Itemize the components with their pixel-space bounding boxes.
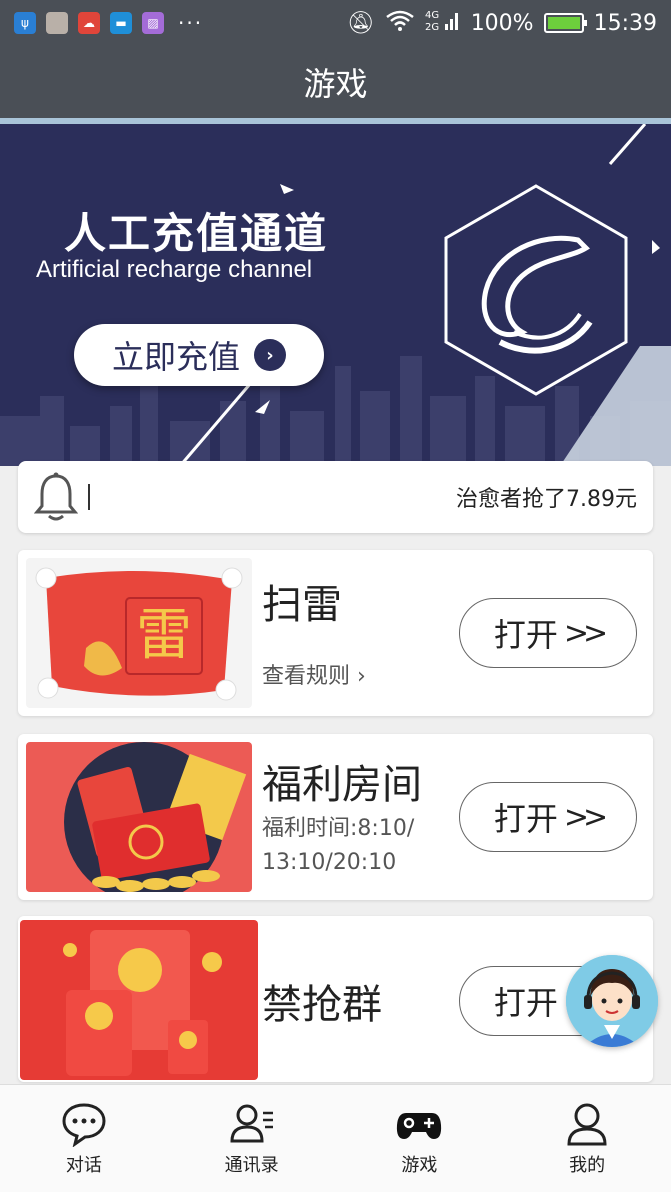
banner-title: 人工充值通道 [64, 209, 329, 258]
recharge-now-button[interactable]: 立即充值 › [74, 324, 324, 386]
game-card-no-grab-group[interactable]: 禁抢群 打开 >> [18, 916, 653, 1082]
profile-icon [567, 1103, 607, 1145]
game-title: 禁抢群 [262, 982, 382, 1028]
nav-item-games[interactable]: 游戏 [336, 1085, 504, 1192]
nav-label: 对话 [65, 1154, 102, 1176]
more-notifications: ··· [178, 11, 204, 35]
svg-text:2G: 2G [425, 22, 439, 32]
bottom-navigation: 对话 通讯录 游戏 我的 [0, 1084, 671, 1192]
recharge-button-label: 立即充值 [111, 338, 240, 376]
battery-icon [543, 13, 587, 33]
mute-icon: 🔕︎ [346, 10, 375, 36]
chat-bubble-icon [62, 1102, 106, 1147]
banner-subtitle: Artificial recharge channel [36, 256, 313, 283]
game-card-welfare-room[interactable]: 福利房间 福利时间:8:10/ 13:10/20:10 打开 >> [18, 734, 653, 900]
recharge-banner[interactable]: 人工充值通道 Artificial recharge channel 立即充值 … [0, 124, 671, 466]
app-header: 游戏 [0, 46, 671, 118]
brand-logo-icon [444, 184, 628, 396]
nav-item-profile[interactable]: 我的 [503, 1085, 671, 1192]
nav-label: 通讯录 [224, 1154, 279, 1176]
game-card-minesweeper[interactable]: 雷 扫雷 查看规则 › 打开 >> [18, 550, 653, 716]
welfare-time-line-2: 13:10/20:10 [262, 850, 397, 875]
chat-icon: ▬ [110, 12, 132, 34]
welfare-time-line-1: 福利时间:8:10/ [262, 816, 415, 841]
game-title: 扫雷 [262, 582, 342, 628]
support-agent-icon [566, 955, 658, 1047]
svg-text:4G: 4G [425, 10, 439, 21]
gamepad-icon [397, 1112, 442, 1139]
photo-icon [46, 12, 68, 34]
open-button-label: 打开 [493, 800, 558, 838]
no-grab-group-image [20, 920, 258, 1080]
game-title: 福利房间 [262, 762, 422, 808]
mine-char-label: 雷 [136, 603, 192, 668]
nav-item-chat[interactable]: 对话 [0, 1085, 168, 1192]
nav-label: 游戏 [401, 1154, 438, 1176]
nav-label: 我的 [569, 1154, 606, 1176]
clock: 15:39 [593, 10, 657, 36]
double-chevron-right-icon: >> [563, 799, 608, 835]
cloud-icon: ☁ [78, 12, 100, 34]
customer-service-button[interactable] [566, 955, 658, 1047]
battery-percent: 100% [470, 10, 534, 36]
chevron-right-icon: › [254, 339, 286, 371]
open-button[interactable]: 打开 >> [459, 782, 637, 852]
double-chevron-right-icon: >> [563, 615, 608, 651]
open-button-label: 打开 [493, 984, 558, 1022]
open-button-label: 打开 [493, 616, 558, 654]
view-rules-link[interactable]: 查看规则 › [262, 660, 366, 694]
wifi-icon [385, 9, 415, 37]
bell-icon [34, 472, 78, 521]
usb-icon: ψ [14, 12, 36, 34]
open-button[interactable]: 打开 >> [459, 598, 637, 668]
winner-notice-bar: 治愈者抢了7.89元 [18, 461, 653, 533]
contacts-icon [230, 1104, 273, 1142]
page-title: 游戏 [303, 65, 368, 103]
status-bar: ψ ☁ ▬ ▨ ··· 🔕︎ 4G 2G 100% 15:39 [0, 0, 671, 46]
welfare-room-image [26, 742, 252, 892]
gallery-icon: ▨ [142, 12, 164, 34]
notice-text: 治愈者抢了7.89元 [456, 487, 637, 512]
welfare-time-text: 福利时间:8:10/ 13:10/20:10 [262, 812, 414, 880]
minesweeper-image: 雷 [26, 558, 252, 708]
text-cursor [88, 484, 90, 510]
nav-item-contacts[interactable]: 通讯录 [168, 1085, 336, 1192]
signal-icon: 4G 2G [425, 8, 461, 38]
